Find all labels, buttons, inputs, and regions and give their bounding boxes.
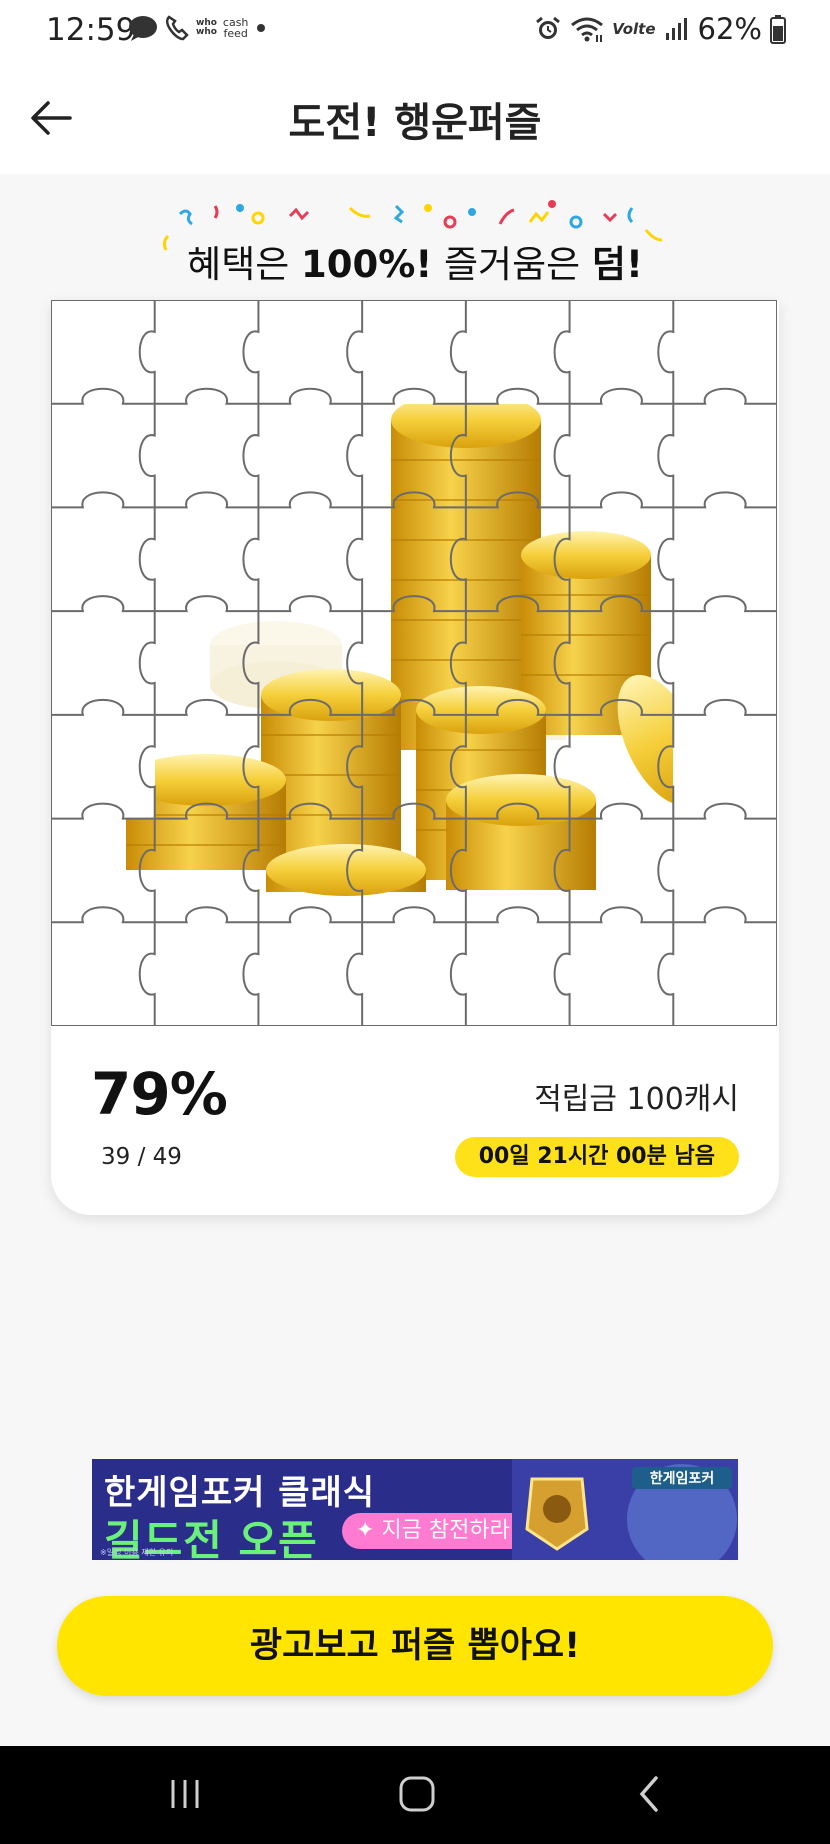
reward-label: 적립금 100캐시	[534, 1082, 739, 1117]
back-nav-icon	[639, 1776, 658, 1812]
header: 도전! 행운퍼즐	[0, 60, 830, 174]
signal-icon	[664, 16, 690, 42]
status-time: 12:59	[46, 12, 136, 48]
page-title: 도전! 행운퍼즐	[288, 100, 542, 146]
system-nav-bar	[0, 1746, 830, 1844]
back-nav-button[interactable]	[620, 1768, 680, 1820]
tagline-prefix: 혜택은	[187, 243, 302, 286]
dot-icon	[254, 21, 268, 35]
cashfeed-icon: cash feed	[222, 16, 249, 40]
watch-ad-draw-puzzle-button[interactable]: 광고보고 퍼즐 뽑아요!	[57, 1596, 773, 1696]
status-bar: 12:59 who who cash feed Volte 62%	[0, 0, 830, 60]
tagline-strong-percent: 100%!	[301, 243, 433, 286]
time-left-badge: 00일 21시간 00분 남음	[454, 1137, 739, 1177]
volte-icon: Volte	[612, 20, 656, 38]
phone-icon	[164, 14, 190, 42]
notification-icons: who who cash feed	[128, 14, 268, 42]
tagline: 혜택은 100%! 즐거움은 덤!	[0, 234, 830, 288]
whowho-icon: who who	[196, 18, 217, 37]
status-right: Volte 62%	[534, 12, 786, 46]
battery-percent: 62%	[697, 12, 762, 46]
home-button[interactable]	[387, 1768, 447, 1820]
puzzle-card: 79% 39 / 49 적립금 100캐시 00일 21시간 00분 남음	[51, 300, 779, 1215]
ad-badge-text: 한게임포커	[650, 1471, 714, 1487]
wifi-icon	[570, 15, 604, 43]
progress-percent: 79%	[91, 1060, 228, 1128]
piece-count: 39 / 49	[101, 1144, 182, 1170]
chat-bubble-icon	[128, 14, 158, 42]
home-icon	[399, 1776, 435, 1812]
recent-apps-button[interactable]	[155, 1768, 215, 1820]
ad-fineprint: ※일정 이용 제한 유의	[100, 1548, 174, 1557]
ad-banner[interactable]: 한게임포커 클래식 길드전 오픈 ✦ 지금 참전하라! ※일정 이용 제한 유의…	[92, 1459, 738, 1560]
puzzle-board[interactable]	[51, 300, 777, 1026]
tagline-middle: 즐거움은	[432, 243, 592, 286]
alarm-icon	[534, 15, 562, 43]
ad-trophy-art: 한게임포커	[512, 1459, 738, 1560]
recent-apps-icon	[171, 1780, 199, 1808]
ad-cta: ✦ 지금 참전하라!	[342, 1513, 533, 1549]
tagline-section: 혜택은 100%! 즐거움은 덤!	[0, 196, 830, 286]
tagline-strong-bonus: 덤!	[591, 243, 643, 286]
battery-icon	[770, 14, 786, 44]
